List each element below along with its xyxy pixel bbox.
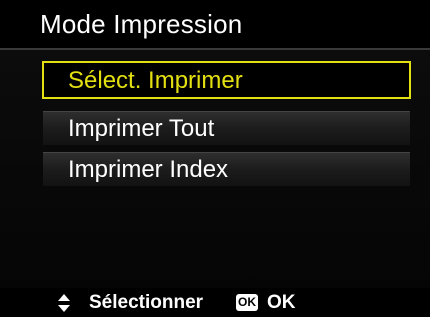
ok-hint-label: OK xyxy=(267,292,296,313)
menu-item-label: Imprimer Tout xyxy=(68,115,215,142)
select-hint-label: Sélectionner xyxy=(89,292,204,313)
menu-item-select-print[interactable]: Sélect. Imprimer xyxy=(42,61,411,99)
up-down-arrows-icon xyxy=(58,294,70,312)
page-title: Mode Impression xyxy=(40,9,243,39)
menu-list: Sélect. Imprimer Imprimer Tout Imprimer … xyxy=(0,50,430,288)
button-hint-bar: Sélectionner OK OK xyxy=(0,288,430,317)
menu-item-label: Imprimer Index xyxy=(68,156,229,183)
ok-button-icon: OK xyxy=(236,294,258,311)
menu-item-label: Sélect. Imprimer xyxy=(68,67,243,94)
menu-item-print-index[interactable]: Imprimer Index xyxy=(43,152,410,186)
title-bar: Mode Impression xyxy=(0,0,430,48)
camera-menu-screen: Mode Impression Sélect. Imprimer Imprime… xyxy=(0,0,430,317)
menu-item-print-all[interactable]: Imprimer Tout xyxy=(43,111,410,145)
